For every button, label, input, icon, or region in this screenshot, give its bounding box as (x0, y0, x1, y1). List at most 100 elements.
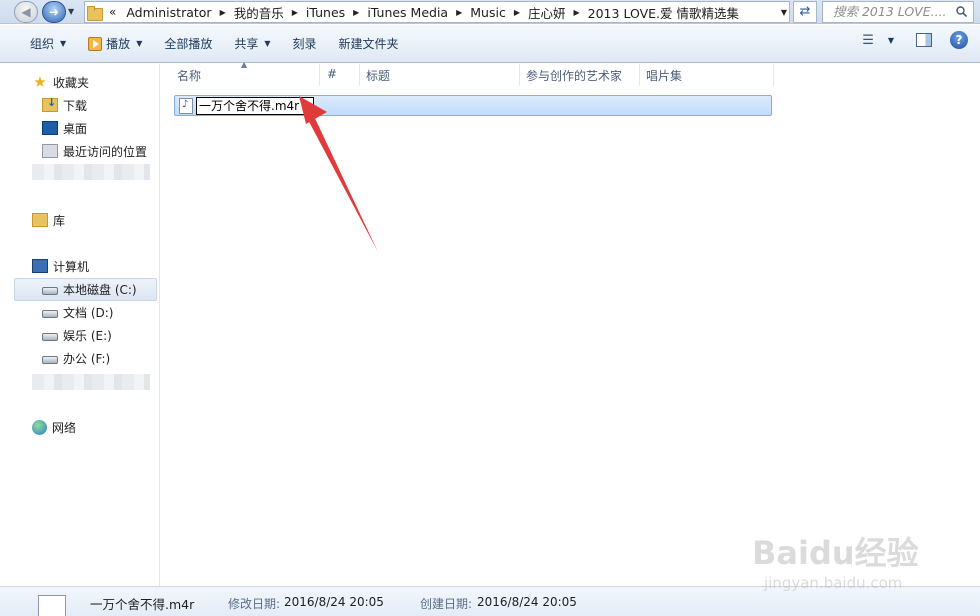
command-bar: 组织 ▼ 播放 ▼ 全部播放 共享 ▼ 刻录 新建文件夹 ☰ ▼ ? (0, 25, 980, 63)
column-header-artists[interactable]: 参与创作的艺术家 (526, 67, 622, 84)
column-headers: ▲ 名称 # 标题 参与创作的艺术家 唱片集 (161, 60, 980, 86)
address-bar[interactable]: « Administrator ▶ 我的音乐 ▶ iTunes ▶ iTunes… (84, 1, 790, 23)
organize-label: 组织 (30, 37, 55, 51)
nav-computer-label: 计算机 (53, 259, 90, 274)
play-button[interactable]: 播放 ▼ (77, 31, 153, 57)
column-header-title[interactable]: 标题 (366, 67, 390, 84)
nav-drive-e-label: 娱乐 (E:) (63, 328, 112, 343)
sort-ascending-icon: ▲ (241, 60, 248, 69)
overflow-chevron-icon[interactable]: « (109, 5, 116, 19)
audio-file-large-icon (38, 595, 66, 616)
dropdown-arrow-icon: ▼ (264, 39, 271, 48)
nav-downloads-label: 下载 (63, 98, 88, 113)
column-header-number[interactable]: # (327, 67, 337, 81)
change-view-icon[interactable]: ☰ (862, 33, 874, 48)
breadcrumb-my-music[interactable]: 我的音乐 (234, 3, 284, 22)
folder-icon (87, 5, 103, 21)
back-arrow-icon: ◀ (21, 5, 31, 19)
breadcrumb-separator-icon[interactable]: ▶ (353, 8, 359, 17)
breadcrumb-administrator[interactable]: Administrator (126, 5, 211, 20)
nav-drive-e[interactable]: 娱乐 (E:) (42, 325, 112, 345)
downloads-folder-icon (42, 96, 58, 112)
breadcrumb-separator-icon[interactable]: ▶ (456, 8, 462, 17)
network-icon (32, 419, 47, 435)
column-header-name[interactable]: 名称 (177, 67, 201, 84)
breadcrumb-itunes[interactable]: iTunes (306, 5, 345, 20)
nav-network[interactable]: 网络 (32, 417, 76, 437)
refresh-icon: ⇄ (799, 4, 811, 19)
table-row[interactable]: 一万个舍不得.m4r (174, 95, 772, 116)
nav-drive-c[interactable]: 本地磁盘 (C:) (42, 279, 137, 299)
breadcrumb-music[interactable]: Music (470, 5, 506, 20)
breadcrumb-separator-icon[interactable]: ▶ (514, 8, 520, 17)
help-icon[interactable]: ? (950, 31, 968, 49)
star-icon: ★ (33, 73, 47, 91)
new-folder-button[interactable]: 新建文件夹 (328, 31, 410, 57)
details-created-value: 2016/8/24 20:05 (477, 595, 577, 609)
breadcrumb-album[interactable]: 2013 LOVE.爱 情歌精选集 (588, 3, 739, 22)
burn-button[interactable]: 刻录 (282, 31, 328, 57)
nav-drive-d-label: 文档 (D:) (63, 305, 114, 320)
address-row: ◀ ➜ ▼ « Administrator ▶ 我的音乐 ▶ iTunes ▶ … (0, 0, 980, 24)
nav-libraries[interactable]: 库 (32, 210, 65, 230)
search-input[interactable]: 搜索 2013 LOVE.... (822, 1, 974, 23)
computer-icon (32, 259, 48, 273)
column-header-album[interactable]: 唱片集 (646, 67, 682, 84)
hard-drive-icon (42, 310, 58, 318)
preview-pane-icon[interactable] (916, 33, 932, 47)
nav-desktop[interactable]: 桌面 (42, 118, 87, 138)
breadcrumb-separator-icon[interactable]: ▶ (292, 8, 298, 17)
baidu-watermark: Baidu经验 jingyan.baidu.com (752, 514, 972, 604)
nav-recent-places[interactable]: 最近访问的位置 (42, 141, 147, 161)
nav-computer[interactable]: 计算机 (32, 256, 89, 276)
organize-button[interactable]: 组织 ▼ (19, 31, 77, 57)
back-button[interactable]: ◀ (14, 1, 38, 23)
details-modified-value: 2016/8/24 20:05 (284, 595, 384, 609)
nav-drive-d[interactable]: 文档 (D:) (42, 302, 113, 322)
column-divider[interactable] (319, 64, 320, 86)
audio-file-icon (179, 98, 193, 114)
desktop-icon (42, 121, 58, 135)
details-created-label: 创建日期: (420, 597, 473, 611)
watermark-url: jingyan.baidu.com (764, 574, 903, 592)
blurred-nav-item (32, 374, 150, 390)
dropdown-arrow-icon: ▼ (136, 39, 143, 48)
view-dropdown-arrow-icon[interactable]: ▼ (888, 36, 894, 45)
breadcrumb-artist[interactable]: 庄心妍 (528, 3, 566, 22)
new-folder-label: 新建文件夹 (338, 37, 399, 51)
hard-drive-icon (42, 333, 58, 341)
nav-libraries-label: 库 (53, 213, 66, 228)
nav-downloads[interactable]: 下载 (42, 95, 87, 115)
share-label: 共享 (234, 37, 259, 51)
share-button[interactable]: 共享 ▼ (223, 31, 281, 57)
breadcrumb-separator-icon[interactable]: ▶ (220, 8, 226, 17)
breadcrumb-separator-icon[interactable]: ▶ (574, 8, 580, 17)
play-all-label: 全部播放 (164, 37, 213, 51)
details-modified-label: 修改日期: (228, 597, 281, 611)
column-divider[interactable] (359, 64, 360, 86)
nav-drive-f-label: 办公 (F:) (63, 351, 111, 366)
column-divider[interactable] (773, 64, 774, 86)
details-file-name: 一万个舍不得.m4r (90, 597, 195, 612)
column-divider[interactable] (639, 64, 640, 86)
hard-drive-icon (42, 287, 58, 295)
refresh-button[interactable]: ⇄ (793, 1, 817, 23)
search-icon (956, 6, 967, 17)
rename-input[interactable]: 一万个舍不得.m4r (196, 97, 314, 115)
nav-favorites[interactable]: ★ 收藏夹 (32, 72, 89, 92)
toolbar-right-group: ☰ ▼ ? (862, 31, 968, 49)
burn-label: 刻录 (292, 37, 317, 51)
nav-drive-f[interactable]: 办公 (F:) (42, 348, 110, 368)
play-icon (88, 36, 103, 51)
recent-pages-dropdown-icon[interactable]: ▼ (68, 7, 74, 16)
play-all-button[interactable]: 全部播放 (153, 31, 223, 57)
file-list[interactable]: ▲ 名称 # 标题 参与创作的艺术家 唱片集 一万个舍不得.m4r (161, 60, 980, 586)
breadcrumb-itunes-media[interactable]: iTunes Media (367, 5, 448, 20)
recent-places-icon (42, 144, 58, 158)
address-dropdown-icon[interactable]: ▼ (781, 8, 787, 17)
dropdown-arrow-icon: ▼ (60, 39, 67, 48)
forward-button[interactable]: ➜ (42, 1, 66, 23)
column-divider[interactable] (519, 64, 520, 86)
play-label: 播放 (106, 37, 131, 51)
blurred-nav-item (32, 164, 150, 180)
